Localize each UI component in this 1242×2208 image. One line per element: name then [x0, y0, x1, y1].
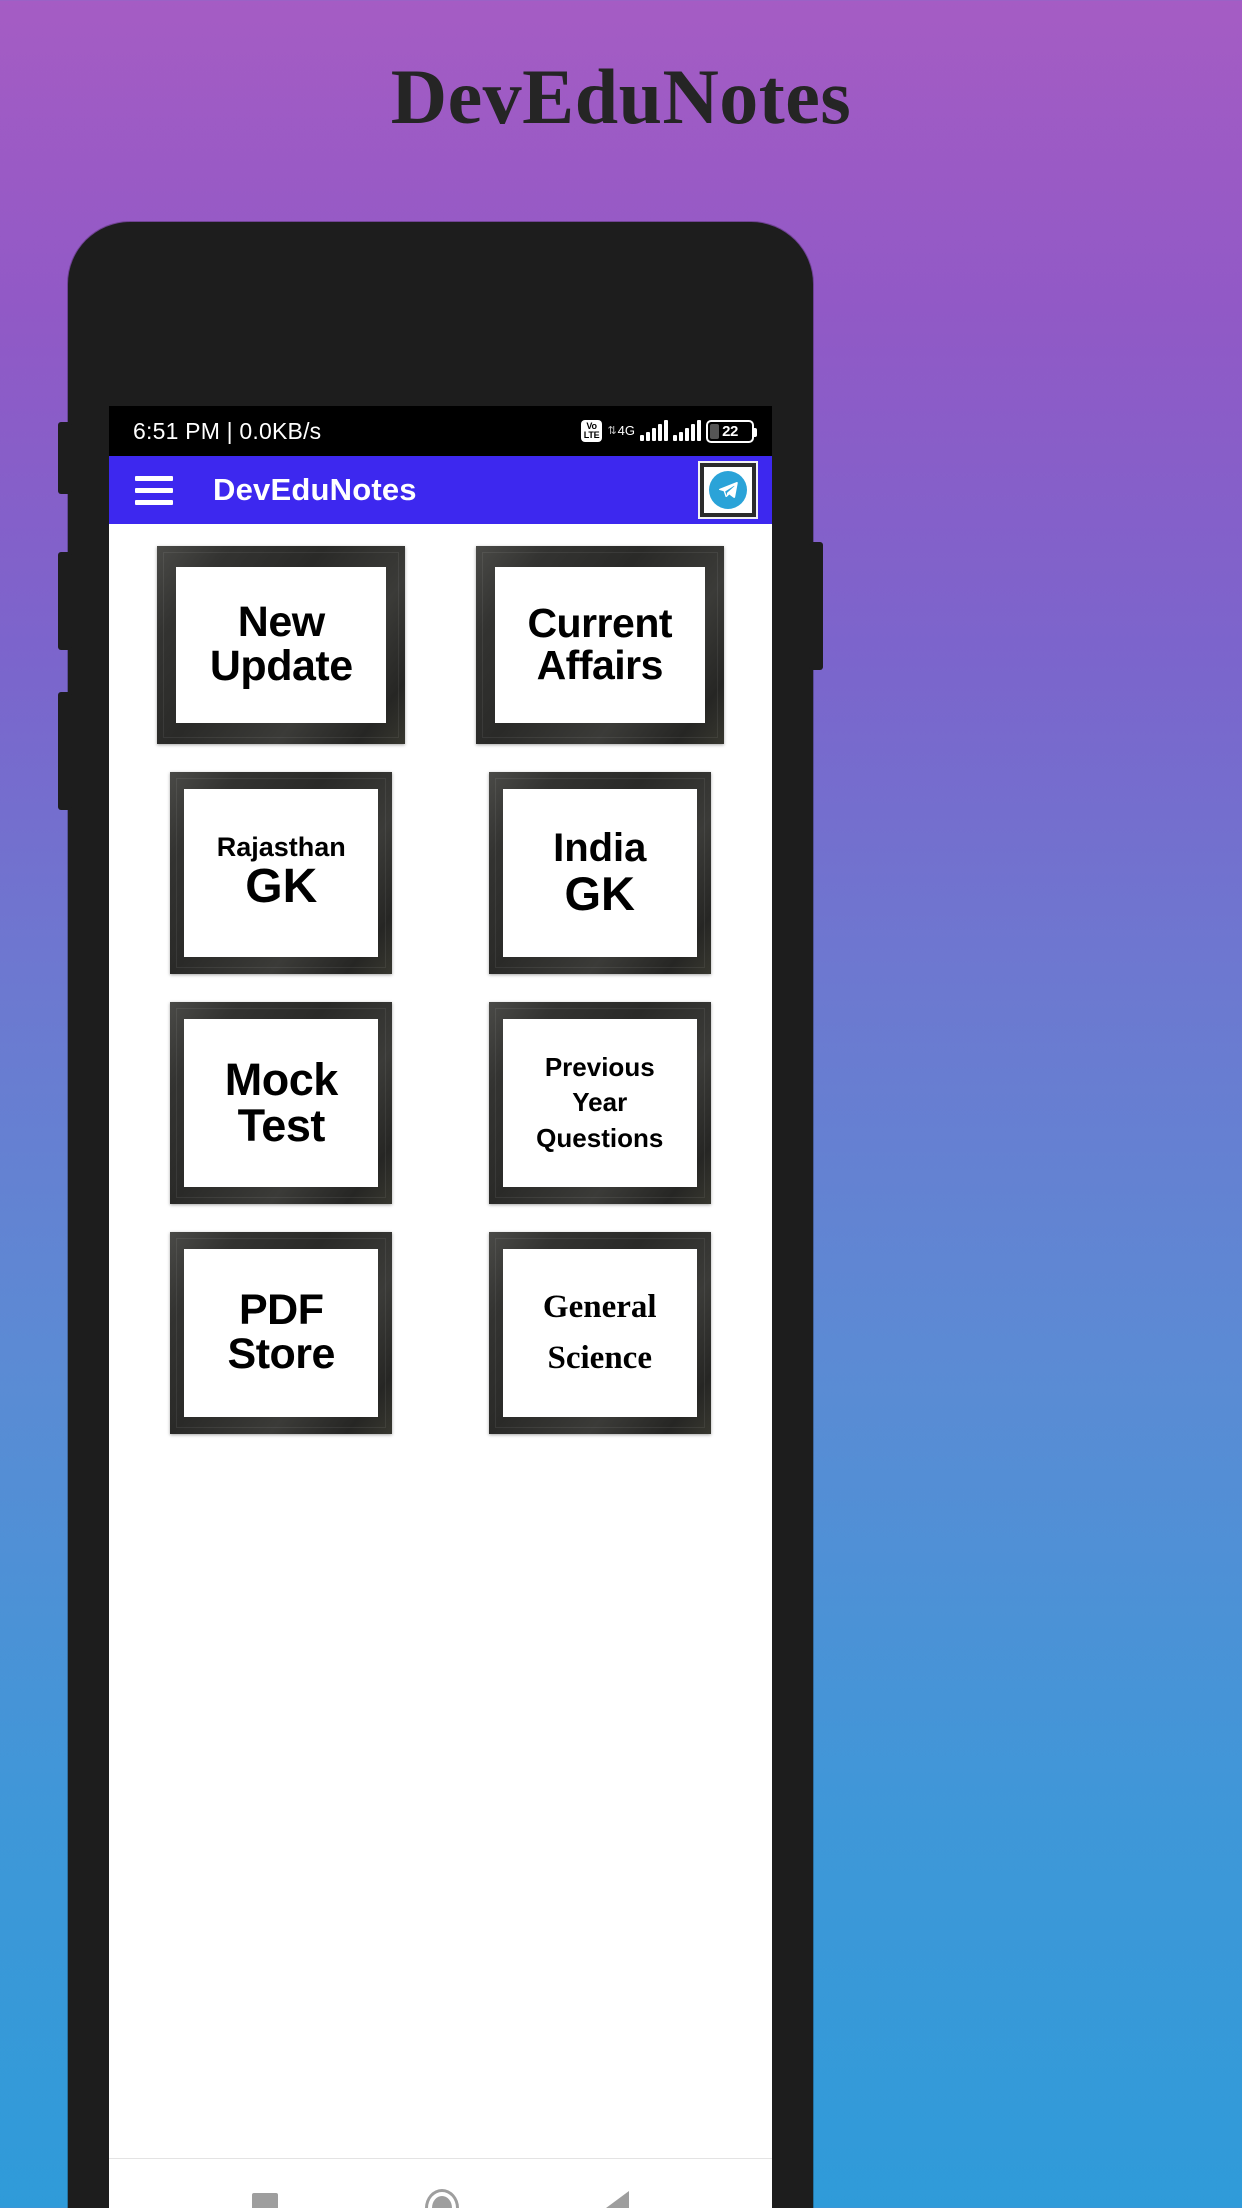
battery-percent-label: 22: [722, 422, 738, 440]
tile-line-2: Update: [209, 642, 353, 690]
tile-pdf-store[interactable]: PDF Store: [133, 1232, 430, 1434]
tile-current-affairs[interactable]: Current Affairs: [452, 546, 749, 744]
photo-frame: Previous Year Questions: [488, 1002, 711, 1204]
volte-bottom-text: LTE: [583, 430, 600, 440]
network-type-indicator: ⇅ 4G: [607, 423, 635, 438]
signal-bars-sim2-icon: [673, 420, 701, 441]
phone-mockup: 6:51 PM | 0.0KB/s Vo LTE ⇅ 4G 22 DevEduN…: [58, 222, 823, 2208]
tile-line-1: Current: [527, 600, 673, 647]
status-icons: Vo LTE ⇅ 4G 22: [580, 419, 757, 443]
tile-line-1: Mock: [224, 1054, 339, 1106]
photo-frame: India GK: [488, 772, 711, 974]
tile-line-2: GK: [564, 867, 636, 921]
data-transfer-arrows-icon: ⇅: [607, 425, 617, 437]
telegram-button[interactable]: [700, 463, 756, 517]
tile-label: Current Affairs: [494, 567, 705, 723]
tile-line-2: Store: [227, 1330, 336, 1378]
tile-line-3: Questions: [536, 1122, 664, 1153]
tile-line-2: Affairs: [536, 642, 664, 688]
network-type-label: 4G: [617, 423, 635, 438]
category-grid: New Update Current Affairs Rajasthan GK …: [109, 524, 772, 1434]
android-nav-bar: [109, 2158, 772, 2208]
recents-icon[interactable]: [252, 2192, 279, 2208]
power-button[interactable]: [58, 692, 72, 810]
photo-frame: General Science: [488, 1232, 711, 1434]
tile-new-update[interactable]: New Update: [133, 546, 430, 744]
tile-line-1: Rajasthan: [216, 831, 346, 862]
tile-label: Mock Test: [184, 1019, 379, 1187]
tile-line-2: Year: [572, 1087, 628, 1118]
tile-line-2: GK: [245, 860, 318, 914]
tile-line-1: New: [237, 598, 325, 647]
hamburger-icon[interactable]: [135, 475, 173, 505]
tile-rajasthan-gk[interactable]: Rajasthan GK: [133, 772, 430, 974]
photo-frame: New Update: [157, 546, 406, 744]
main-content: New Update Current Affairs Rajasthan GK …: [109, 524, 772, 2158]
tile-label: India GK: [502, 789, 697, 957]
app-bar: DevEduNotes: [109, 456, 772, 524]
side-button-right[interactable]: [809, 542, 823, 670]
tile-label: General Science: [502, 1249, 697, 1417]
tile-label: Rajasthan GK: [184, 789, 379, 957]
phone-screen: 6:51 PM | 0.0KB/s Vo LTE ⇅ 4G 22 DevEduN…: [109, 406, 772, 2208]
app-bar-title: DevEduNotes: [213, 472, 417, 507]
volte-icon: Vo LTE: [580, 420, 603, 442]
home-icon[interactable]: [424, 2188, 459, 2208]
page-title: DevEduNotes: [390, 53, 852, 140]
tile-line-1: India: [553, 825, 647, 870]
status-bar: 6:51 PM | 0.0KB/s Vo LTE ⇅ 4G 22: [109, 406, 772, 456]
photo-frame: Current Affairs: [475, 546, 724, 744]
tile-line-1: PDF: [239, 1286, 324, 1335]
tile-label: PDF Store: [184, 1249, 379, 1417]
tile-india-gk[interactable]: India GK: [452, 772, 749, 974]
tile-general-science[interactable]: General Science: [452, 1232, 749, 1434]
tile-label: Previous Year Questions: [502, 1019, 697, 1187]
photo-frame: Mock Test: [170, 1002, 393, 1204]
tile-line-2: Test: [237, 1100, 326, 1151]
tile-previous-year-questions[interactable]: Previous Year Questions: [452, 1002, 749, 1204]
status-time-network: 6:51 PM | 0.0KB/s: [133, 417, 322, 444]
battery-icon: 22: [706, 419, 757, 443]
back-icon[interactable]: [605, 2190, 629, 2208]
photo-frame: Rajasthan GK: [170, 772, 393, 974]
tile-line-1: General: [542, 1288, 657, 1325]
tile-mock-test[interactable]: Mock Test: [133, 1002, 430, 1204]
signal-bars-sim1-icon: [640, 420, 668, 441]
telegram-icon: [709, 471, 747, 509]
tile-line-2: Science: [547, 1340, 652, 1376]
tile-line-1: Previous: [544, 1052, 655, 1083]
photo-frame: PDF Store: [170, 1232, 393, 1434]
volume-up-button[interactable]: [58, 422, 72, 494]
tile-label: New Update: [176, 567, 387, 723]
volume-down-button[interactable]: [58, 552, 72, 650]
